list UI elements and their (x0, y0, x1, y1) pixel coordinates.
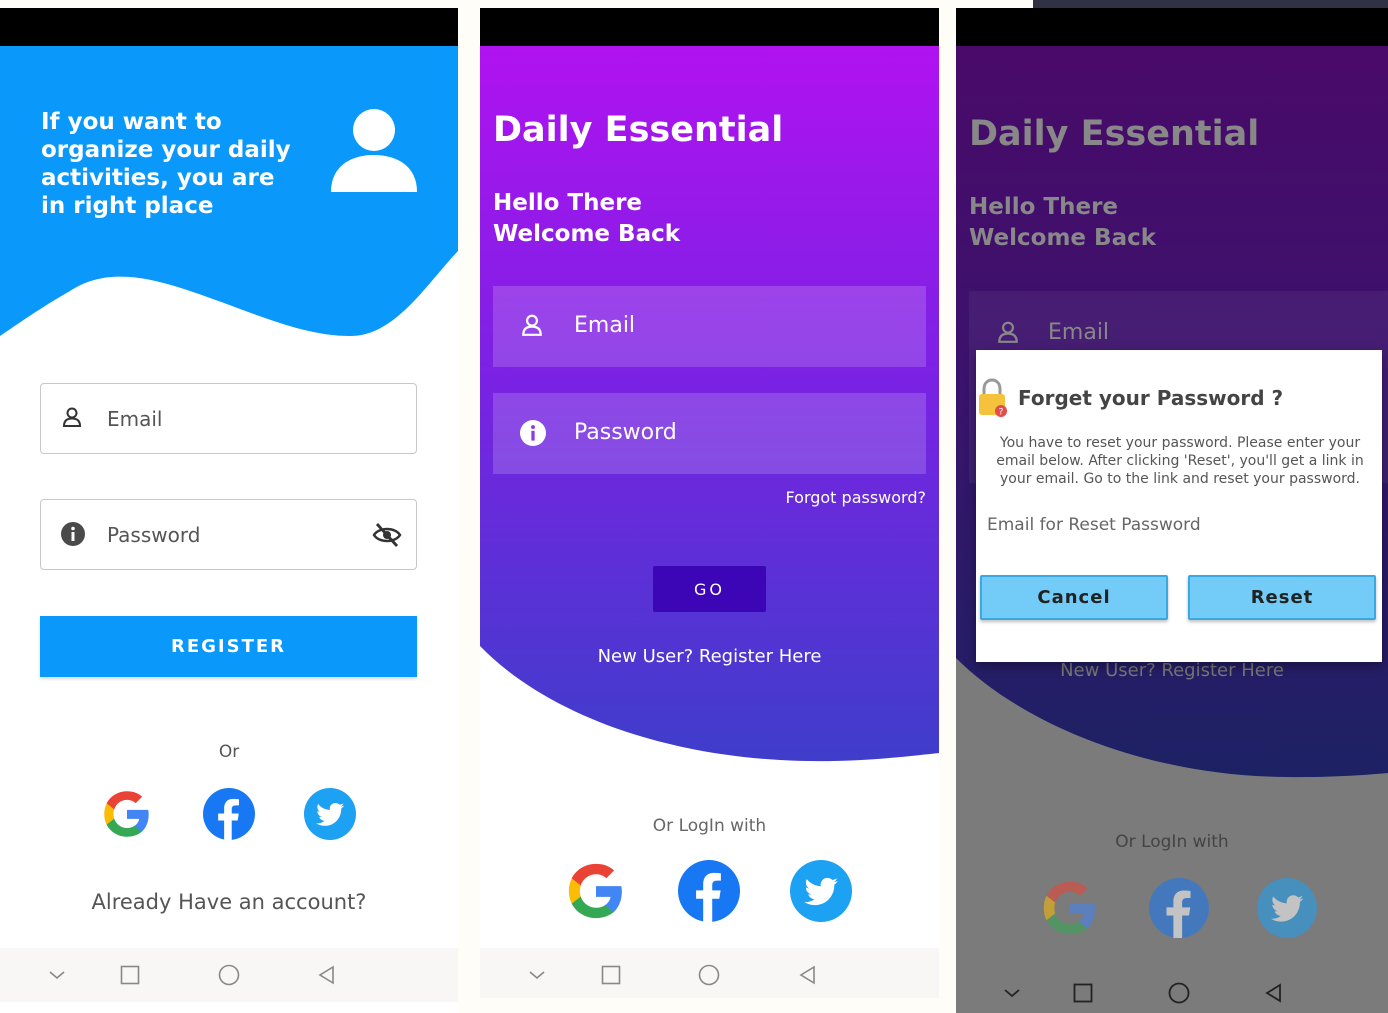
circle-icon[interactable] (698, 964, 720, 986)
facebook-icon[interactable] (678, 860, 740, 922)
register-button[interactable]: REGISTER (40, 616, 417, 677)
person-icon (998, 321, 1018, 343)
square-icon[interactable] (601, 965, 621, 985)
dialog-message: You have to reset your password. Please … (996, 435, 1364, 487)
back-triangle-icon[interactable] (1264, 983, 1282, 1003)
greeting: Hello There Welcome Back (969, 192, 1156, 254)
curve-cutout (480, 646, 939, 798)
circle-icon[interactable] (218, 964, 240, 986)
reset-button[interactable]: Reset (1188, 575, 1376, 620)
cancel-button[interactable]: Cancel (980, 575, 1168, 620)
password-label: Password (107, 523, 201, 547)
forgot-password-link[interactable]: Forgot password? (786, 488, 926, 507)
twitter-icon[interactable] (790, 860, 852, 922)
greeting-line2: Welcome Back (969, 225, 1157, 251)
back-triangle-icon[interactable] (798, 965, 816, 985)
password-field[interactable]: Password (40, 499, 417, 570)
reset-email-input[interactable]: Email for Reset Password (987, 515, 1201, 535)
status-bar (956, 8, 1388, 46)
info-icon (61, 522, 85, 546)
greeting: Hello There Welcome Back (493, 188, 680, 250)
user-avatar-icon (331, 109, 417, 192)
register-headline: If you want to organize your daily activ… (41, 109, 291, 219)
eye-off-icon[interactable] (372, 522, 402, 548)
register-screen: If you want to organize your daily activ… (0, 8, 458, 1013)
status-bar (0, 8, 458, 46)
info-icon (520, 420, 546, 446)
svg-text:?: ? (999, 408, 1004, 418)
chevron-down-icon[interactable] (528, 969, 546, 981)
back-triangle-icon[interactable] (317, 965, 335, 985)
facebook-icon[interactable] (203, 788, 255, 840)
greeting-line2: Welcome Back (493, 221, 681, 247)
or-login-text: Or LogIn with (652, 816, 767, 836)
android-nav-bar (956, 966, 1388, 1013)
android-nav-bar (0, 948, 458, 1002)
android-nav-bar (480, 948, 939, 998)
email-label: Email (107, 407, 163, 431)
or-text: Or (218, 742, 240, 762)
or-login-text: Or LogIn with (1115, 832, 1229, 852)
app-title: Daily Essential (493, 110, 784, 150)
window-top-strip (1033, 0, 1388, 8)
login-screen: Daily Essential Hello There Welcome Back… (480, 8, 939, 998)
person-icon (62, 407, 82, 427)
email-field[interactable]: Email (40, 383, 417, 454)
password-field[interactable]: Password (493, 393, 926, 474)
email-label: Email (1048, 320, 1110, 345)
already-have-account-link[interactable]: Already Have an account? (0, 890, 458, 914)
dialog-title: Forget your Password ? (1018, 386, 1284, 410)
greeting-line1: Hello There (969, 194, 1119, 220)
twitter-icon (1257, 878, 1317, 938)
chevron-down-icon[interactable] (48, 969, 66, 981)
greeting-line1: Hello There (493, 190, 643, 216)
register-link[interactable]: New User? Register Here (480, 646, 939, 667)
google-icon[interactable] (565, 860, 627, 922)
square-icon[interactable] (120, 965, 140, 985)
person-icon (522, 314, 542, 336)
google-icon[interactable] (101, 788, 153, 840)
app-title: Daily Essential (969, 114, 1260, 154)
chevron-down-icon[interactable] (1003, 987, 1021, 999)
email-label: Email (574, 313, 636, 338)
reset-password-dialog: ? Forget your Password ? You have to res… (976, 350, 1382, 662)
twitter-icon[interactable] (304, 788, 356, 840)
register-link: New User? Register Here (1060, 660, 1284, 681)
square-icon[interactable] (1073, 983, 1093, 1003)
status-bar (480, 8, 939, 46)
email-field[interactable]: Email (493, 286, 926, 367)
password-label: Password (574, 420, 677, 445)
facebook-icon (1149, 878, 1209, 938)
lock-icon: ? (979, 378, 1007, 418)
google-icon (1043, 881, 1095, 935)
go-button[interactable]: GO (653, 566, 766, 612)
circle-icon[interactable] (1168, 982, 1190, 1004)
